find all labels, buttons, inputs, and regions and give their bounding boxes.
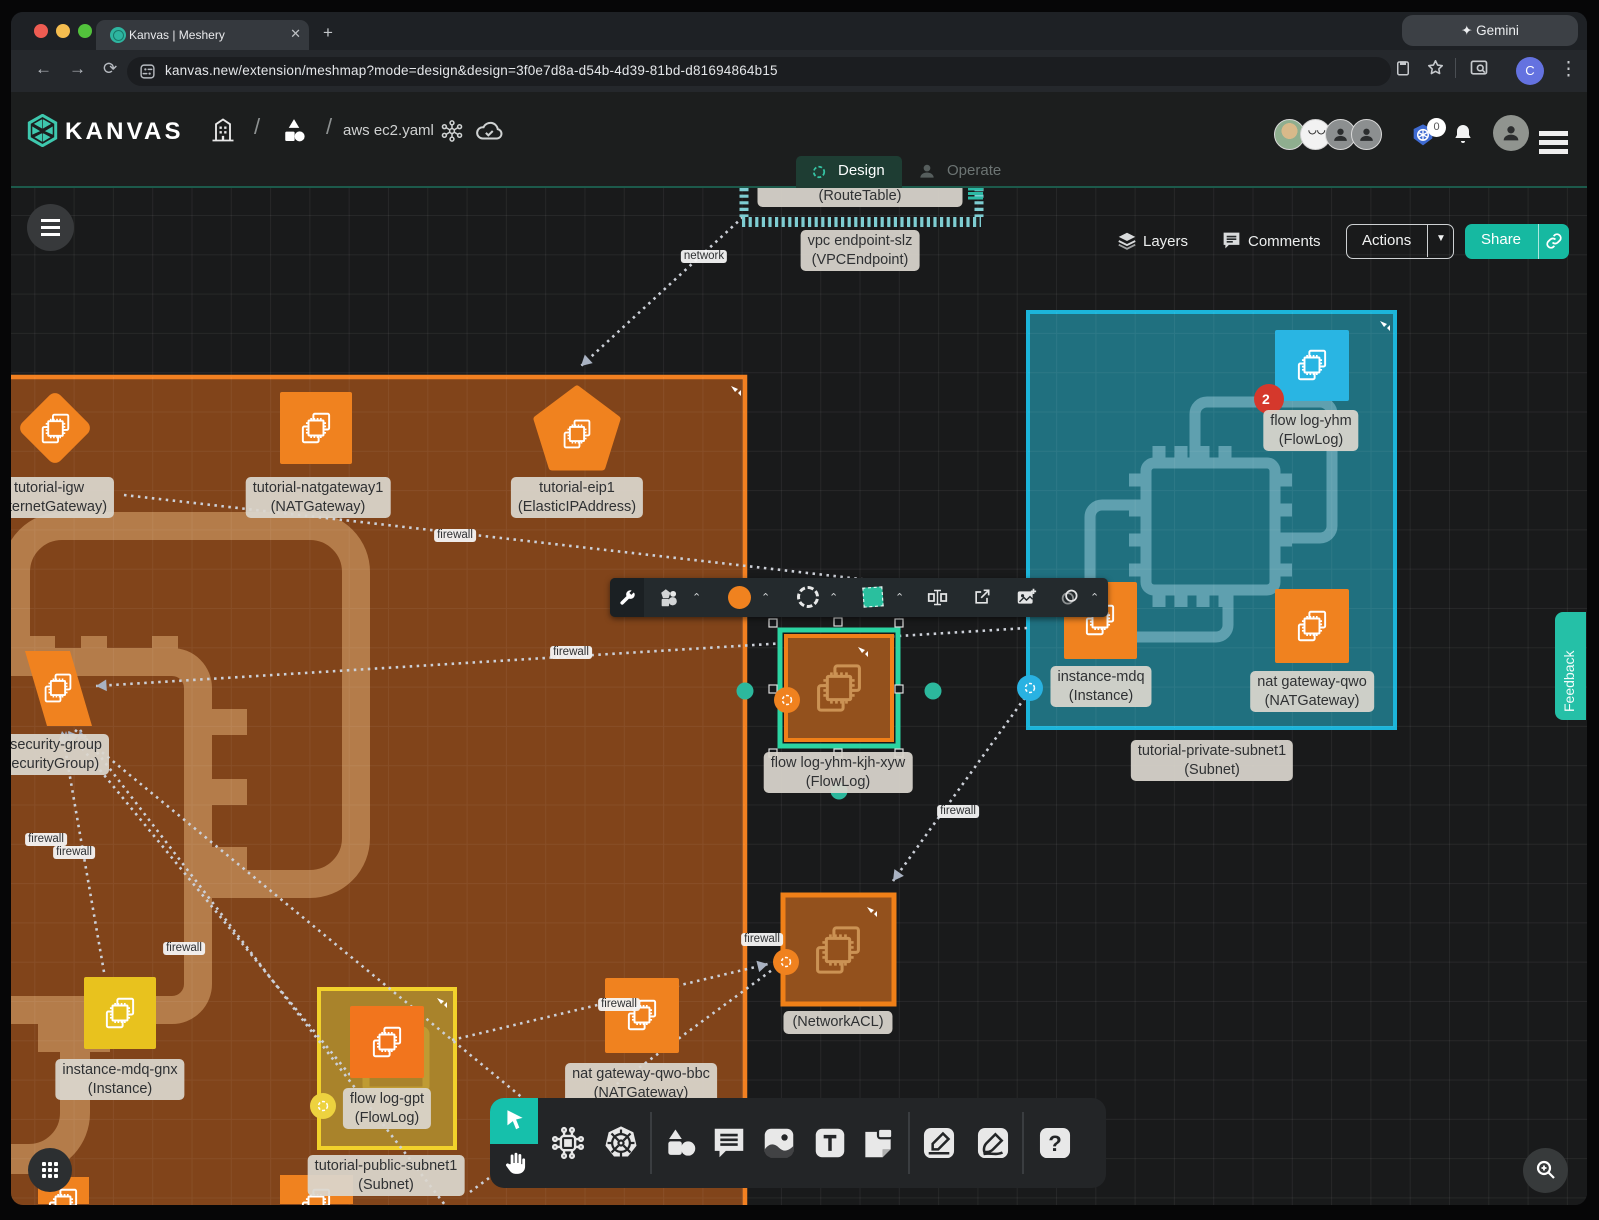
- svg-text:?: ?: [1048, 1131, 1062, 1156]
